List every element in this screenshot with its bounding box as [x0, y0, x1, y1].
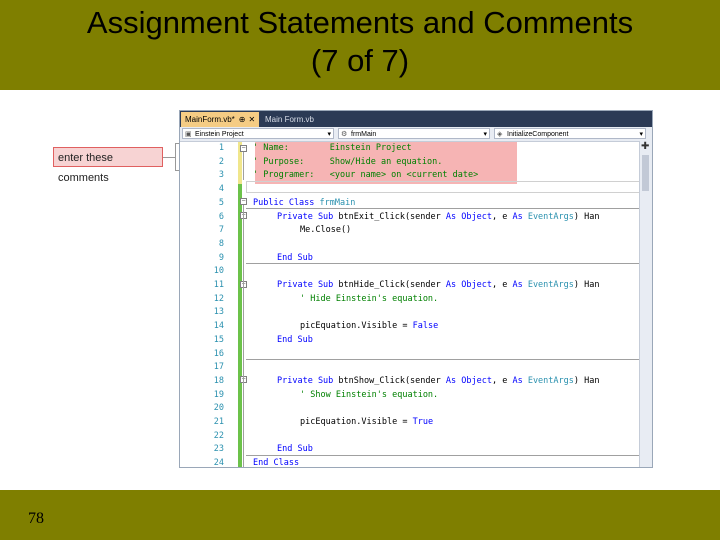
method-icon: ◈ [497, 131, 503, 138]
callout-connector [163, 157, 175, 158]
code-line-3: ' Programer: <your name> on <current dat… [253, 170, 479, 181]
line-number: 12 [213, 293, 224, 304]
slide-title: Assignment Statements and Comments (7 of… [0, 4, 720, 80]
navigation-bar: ▣ Einstein Project ▾ ⚙ frmMain ▾ ◈ Initialize… [180, 127, 652, 142]
code-line-23: End Sub [277, 444, 313, 455]
line-number: 19 [213, 389, 224, 400]
member-dropdown[interactable]: ◈ InitializeComponent ▾ [494, 128, 646, 139]
line-number: 4 [218, 184, 224, 195]
code-line-24: End Class [253, 458, 300, 468]
line-number: 23 [213, 444, 224, 455]
code-line-5: Public Class frmMain [253, 197, 356, 208]
line-number: 17 [213, 362, 224, 373]
line-number: 18 [213, 375, 224, 386]
callout-label: enter these comments [53, 147, 163, 184]
line-number: 13 [213, 307, 224, 318]
chevron-down-icon: ▾ [327, 131, 331, 138]
class-icon: ⚙ [341, 131, 348, 138]
class-dropdown[interactable]: ⚙ frmMain ▾ [338, 128, 490, 139]
line-number: 20 [213, 403, 224, 414]
code-line-2: ' Purpose: Show/Hide an equation. [253, 156, 443, 167]
slide-number: 78 [28, 510, 44, 527]
code-line-18: ' Show Einstein's equation. [300, 389, 439, 400]
change-indicator-saved [238, 184, 242, 467]
project-dropdown[interactable]: ▣ Einstein Project ▾ [182, 128, 334, 139]
line-number: 21 [213, 417, 224, 427]
project-dropdown-value: Einstein Project [195, 131, 244, 138]
close-icon[interactable]: ✕ [249, 115, 256, 124]
line-number: 6 [218, 211, 224, 222]
footer-band [0, 490, 720, 540]
tab-label: MainForm.vb* [185, 115, 235, 124]
vertical-scrollbar[interactable]: ✚ [639, 141, 652, 467]
project-icon: ▣ [185, 131, 192, 138]
code-line-14: picEquation.Visible = False [300, 321, 439, 332]
outline-line [243, 152, 244, 180]
pin-icon[interactable]: ⊕ [239, 115, 246, 124]
line-number: 7 [218, 225, 224, 236]
split-icon[interactable]: ✚ [641, 141, 649, 153]
code-line-6: Private Sub btnExit_Click(sender As Obje… [277, 211, 600, 222]
tab-main-form-design[interactable]: Main Form.vb [Design]* [261, 112, 351, 139]
chevron-down-icon: ▾ [639, 131, 643, 138]
line-number: 5 [218, 197, 224, 208]
line-number: 8 [218, 238, 224, 249]
line-number: 11 [213, 280, 224, 290]
code-editor-window: MainForm.vb*⊕✕ Main Form.vb [Design]* ▣E… [179, 110, 653, 468]
method-separator [246, 359, 642, 360]
line-number: 1 [218, 143, 224, 153]
member-dropdown-value: InitializeComponent [507, 131, 569, 138]
collapse-icon[interactable]: − [240, 198, 247, 205]
code-line-17: Private Sub btnShow_Click(sender As Obje… [277, 375, 600, 386]
code-line-20: picEquation.Visible = True [300, 417, 434, 427]
line-number: 14 [213, 321, 224, 332]
line-number: 3 [218, 170, 224, 181]
tab-main-form-code[interactable]: MainForm.vb* ⊕ ✕ [181, 112, 259, 127]
document-tab-strip: MainForm.vb* ⊕✕ Main Form.vb [Design]* [180, 111, 652, 139]
slide-title-line1: Assignment Statements and Comments [86, 5, 634, 40]
line-number: 15 [213, 334, 224, 345]
line-number: 9 [218, 252, 224, 263]
code-line-7: Me.Close() [300, 225, 352, 236]
code-line-12: ' Hide Einstein's equation. [300, 293, 439, 304]
line-number: 2 [218, 156, 224, 167]
scrollbar-thumb[interactable] [642, 155, 649, 191]
collapse-icon[interactable]: − [240, 145, 247, 152]
code-line-9: End Sub [277, 252, 313, 263]
line-number: 16 [213, 348, 224, 359]
outline-line [243, 205, 244, 467]
line-number: 10 [213, 266, 224, 277]
class-dropdown-value: frmMain [351, 131, 377, 138]
slide-title-line2: (7 of 7) [310, 43, 410, 78]
chevron-down-icon: ▾ [483, 131, 487, 138]
line-number: 24 [213, 458, 224, 468]
line-number: 22 [213, 430, 224, 441]
code-line-15: End Sub [277, 334, 313, 345]
code-line-1: ' Name: Einstein Project [253, 143, 412, 153]
code-line-11: Private Sub btnHide_Click(sender As Obje… [277, 280, 600, 290]
